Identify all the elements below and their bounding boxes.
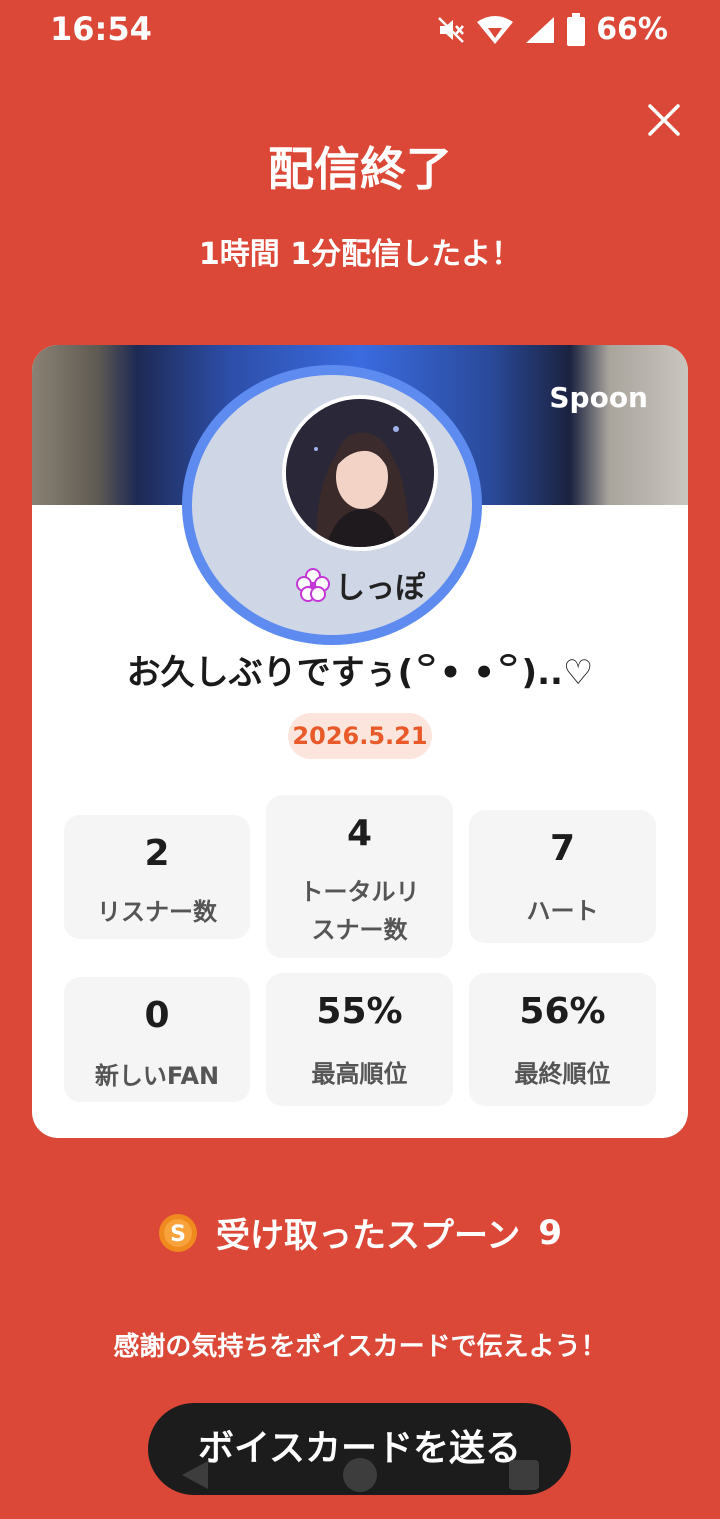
battery-percent: 66% [596, 12, 668, 47]
username: しっぽ [335, 571, 425, 606]
coin-letter: S [170, 1222, 186, 1247]
thanks-message: 感謝の気持ちをボイスカードで伝えよう！ [113, 1332, 607, 1362]
stat-label: 最終順位 [514, 1060, 611, 1088]
broadcast-duration: 1時間 1分配信したよ！ [198, 237, 522, 272]
stat-new-fans: 0 新しいFAN [64, 977, 250, 1102]
mute-icon [438, 16, 465, 43]
navigation-bar [0, 1450, 720, 1500]
signal-icon [526, 16, 555, 43]
stat-value: 2 [144, 833, 170, 874]
status-icons: 66% [436, 12, 668, 47]
spoon-coin-icon: S [159, 1213, 197, 1252]
broadcast-title: お久しぶりですぅ(꒪• •꒪)..♡ [126, 653, 594, 693]
flower-icon [296, 568, 330, 602]
spoons-label: 受け取ったスプーン [216, 1216, 521, 1256]
home-icon[interactable] [343, 1458, 377, 1492]
stat-final-rank: 56% 最終順位 [469, 973, 656, 1106]
back-icon[interactable] [178, 1458, 212, 1492]
stat-label: 最高順位 [311, 1060, 408, 1088]
stat-highest-rank: 55% 最高順位 [266, 973, 453, 1106]
stat-total-listeners: 4 トータルリスナー数 [266, 795, 453, 958]
stat-value: 4 [346, 813, 373, 854]
date-badge: 2026.5.21 [288, 713, 432, 759]
spoons-received: S 受け取ったスプーン 9 [0, 1208, 720, 1257]
battery-icon [567, 12, 586, 46]
stat-value: 0 [144, 995, 170, 1036]
spoons-count: 9 [538, 1212, 562, 1253]
wifi-icon [477, 15, 514, 44]
page-title: 配信終了 [268, 142, 452, 196]
status-bar: 16:54 66% [0, 0, 720, 60]
stat-listeners: 2 リスナー数 [64, 815, 250, 939]
broadcast-summary-card: Spoon しっぽ お久しぶりですぅ(꒪• •꒪)..♡ 2026.5.21 2… [32, 345, 688, 1138]
brand-logo: Spoon [549, 381, 648, 414]
stat-label: 新しいFAN [94, 1062, 220, 1090]
stat-label: リスナー数 [97, 898, 217, 926]
stat-value: 7 [549, 828, 576, 869]
stat-label: トータルリスナー数 [299, 878, 420, 944]
stat-label: ハート [526, 897, 599, 925]
status-time: 16:54 [50, 10, 152, 48]
stat-value: 56% [519, 991, 606, 1032]
stat-value: 55% [316, 991, 403, 1032]
avatar [282, 395, 438, 551]
username-row: しっぽ [32, 563, 688, 607]
stat-hearts: 7 ハート [469, 810, 656, 943]
recent-apps-icon[interactable] [509, 1460, 539, 1490]
